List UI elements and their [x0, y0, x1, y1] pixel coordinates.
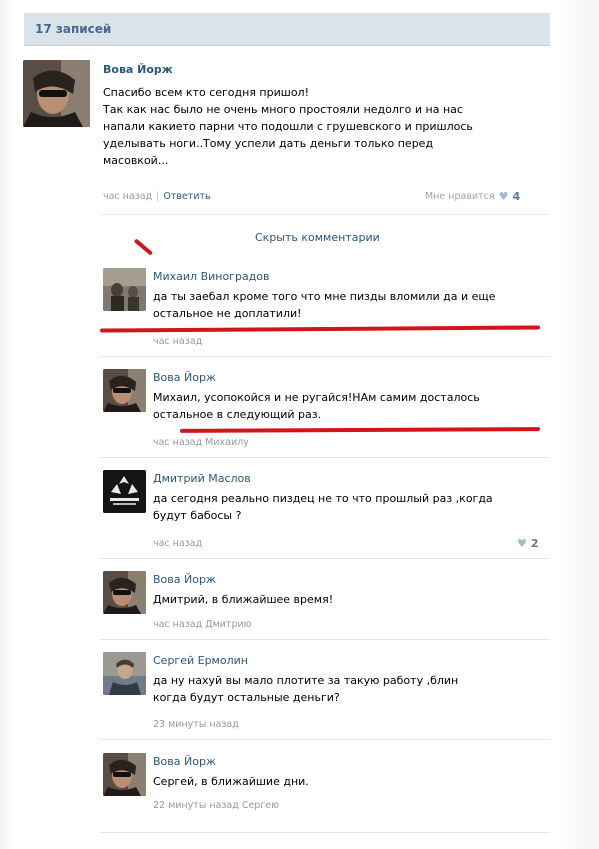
- comment-meta[interactable]: час назад Дмитрию: [153, 619, 252, 630]
- comment-like-button[interactable]: ♥ 2: [517, 537, 539, 550]
- comment-text: Сергей, в ближайшие дни.: [153, 773, 553, 790]
- comment-text: да сегодня реально пиздец не то что прош…: [153, 490, 553, 524]
- comment-text-line: Михаил, усопокойся и не ругайся!НАм сами…: [153, 391, 480, 404]
- comment-divider: [100, 558, 550, 559]
- post-divider: [101, 214, 550, 215]
- comment-author-name[interactable]: Сергей Ермолин: [153, 654, 248, 667]
- comment-text: Михаил, усопокойся и не ругайся!НАм сами…: [153, 389, 553, 423]
- comment-text-line: да ну нахуй вы мало плотите за такую раб…: [153, 674, 459, 687]
- comment-divider: [100, 457, 550, 458]
- comment-author-avatar[interactable]: [103, 652, 146, 695]
- red-annotation-tick: [133, 238, 154, 256]
- comment-text: да ну нахуй вы мало плотите за такую раб…: [153, 672, 553, 706]
- comment-text-line: да ты заебал кроме того что мне пизды вл…: [153, 290, 496, 303]
- post-text: Спасибо всем кто сегодня пришол! Так как…: [103, 84, 543, 169]
- comment-author-avatar[interactable]: [103, 571, 146, 614]
- heart-icon: ♥: [517, 537, 527, 550]
- comment-divider: [100, 739, 550, 740]
- like-count: 2: [530, 537, 539, 550]
- comment-divider: [100, 356, 550, 357]
- comment-meta[interactable]: час назад: [153, 336, 202, 347]
- red-annotation-underline: [99, 325, 541, 333]
- comment-author-avatar[interactable]: [103, 470, 146, 513]
- comment-text-line: да сегодня реально пиздец не то что прош…: [153, 492, 493, 505]
- post-text-line: напали какието парни что подошли с груше…: [103, 120, 473, 133]
- comment-divider: [100, 832, 550, 833]
- meta-separator: |: [156, 191, 160, 202]
- post-text-line: масовкой...: [103, 154, 169, 167]
- comment-text-line: остальное не доплатили!: [153, 307, 302, 320]
- comment-author-name[interactable]: Дмитрий Маслов: [153, 472, 251, 485]
- comment-meta[interactable]: 23 минуты назад: [153, 719, 239, 730]
- post-text-line: Так как нас было не очень много простоял…: [103, 103, 463, 116]
- wall-header[interactable]: 17 записей: [24, 13, 550, 46]
- red-annotation-underline: [179, 427, 541, 433]
- post-like-button[interactable]: Мне нравится ♥ 4: [425, 190, 520, 203]
- post-time[interactable]: час назад: [103, 191, 152, 202]
- comment-divider: [100, 639, 550, 640]
- comment-text-line: Дмитрий, в ближайшее время!: [153, 593, 334, 606]
- comment-text-line: будут бабосы ?: [153, 509, 242, 522]
- comment-author-name[interactable]: Вова Йорж: [153, 573, 216, 586]
- comment-meta[interactable]: час назад: [153, 538, 202, 549]
- comment-text-line: остальное в следующий раз.: [153, 408, 322, 421]
- posts-count: 17 записей: [35, 22, 112, 36]
- reply-link[interactable]: Ответить: [163, 191, 210, 202]
- comment-text-line: Сергей, в ближайшие дни.: [153, 775, 309, 788]
- comment-text: Дмитрий, в ближайшее время!: [153, 591, 553, 608]
- comment-meta[interactable]: 22 минуты назад Сергею: [153, 800, 279, 811]
- page-right-shadow: [559, 0, 599, 849]
- comment-author-name[interactable]: Вова Йорж: [153, 371, 216, 384]
- comment-text-line: когда будут остальные деньги?: [153, 691, 340, 704]
- like-label: Мне нравится: [425, 191, 495, 202]
- comment-meta[interactable]: час назад Михаилу: [153, 437, 249, 448]
- post-text-line: уделывать ноги..Тому успели дать деньги …: [103, 137, 434, 150]
- post-author-name[interactable]: Вова Йорж: [103, 63, 173, 76]
- hide-comments-link[interactable]: Скрыть комментарии: [255, 231, 380, 244]
- comment-author-name[interactable]: Михаил Виноградов: [153, 270, 270, 283]
- comment-author-name[interactable]: Вова Йорж: [153, 755, 216, 768]
- page-left-shadow: [0, 0, 14, 849]
- heart-icon: ♥: [498, 190, 509, 203]
- comment-author-avatar[interactable]: [103, 268, 146, 311]
- post-text-line: Спасибо всем кто сегодня пришол!: [103, 86, 309, 99]
- comment-author-avatar[interactable]: [103, 753, 146, 796]
- post-author-avatar[interactable]: [23, 60, 90, 127]
- comment-author-avatar[interactable]: [103, 369, 146, 412]
- like-count: 4: [512, 190, 521, 203]
- comment-text: да ты заебал кроме того что мне пизды вл…: [153, 288, 553, 322]
- post-meta: час назад | Ответить: [103, 191, 211, 202]
